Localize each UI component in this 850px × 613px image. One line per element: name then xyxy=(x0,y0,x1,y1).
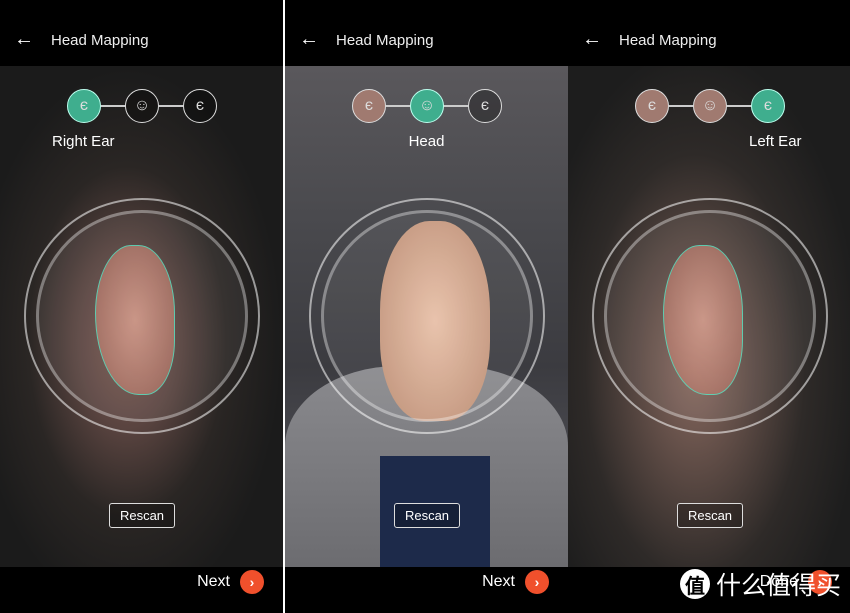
step-connector xyxy=(444,105,468,107)
next-button[interactable]: Next › xyxy=(197,570,264,594)
next-label: Next xyxy=(482,573,515,590)
step-right-ear[interactable]: є xyxy=(635,89,669,123)
step-left-ear[interactable]: є xyxy=(468,89,502,123)
header: ← Head Mapping xyxy=(0,0,283,66)
step-connector xyxy=(669,105,693,107)
next-button[interactable]: Next › xyxy=(482,570,549,594)
rescan-button[interactable]: Rescan xyxy=(394,503,460,528)
watermark: 值 什么值得买 xyxy=(680,566,841,602)
chevron-right-icon: › xyxy=(525,570,549,594)
back-button[interactable]: ← xyxy=(299,29,319,49)
step-connector xyxy=(159,105,183,107)
step-left-ear[interactable]: є xyxy=(183,89,217,123)
step-label: Left Ear xyxy=(749,133,802,150)
rescan-button[interactable]: Rescan xyxy=(109,503,175,528)
step-left-ear[interactable]: є xyxy=(751,89,785,123)
step-right-ear[interactable]: є xyxy=(67,89,101,123)
step-connector xyxy=(727,105,751,107)
back-button[interactable]: ← xyxy=(582,29,602,49)
step-connector xyxy=(101,105,125,107)
scan-ring-inner xyxy=(321,210,533,422)
watermark-text: 什么值得买 xyxy=(716,572,842,600)
step-head[interactable]: ☺ xyxy=(125,89,159,123)
page-title: Head Mapping xyxy=(51,32,149,49)
watermark-logo: 值 xyxy=(680,569,710,599)
screen-right-ear: ← Head Mapping є ☺ є Right Ear Rescan Next › xyxy=(0,0,283,613)
screen-head: ← Head Mapping є ☺ є Head Rescan Next › xyxy=(285,0,568,613)
step-head[interactable]: ☺ xyxy=(410,89,444,123)
screen-left-ear: ← Head Mapping є ☺ є Left Ear Rescan Done › xyxy=(568,0,850,613)
next-label: Next xyxy=(197,573,230,590)
step-right-ear[interactable]: є xyxy=(352,89,386,123)
rescan-button[interactable]: Rescan xyxy=(677,503,743,528)
back-button[interactable]: ← xyxy=(14,29,34,49)
header: ← Head Mapping xyxy=(285,0,568,66)
step-connector xyxy=(386,105,410,107)
step-label: Head xyxy=(408,133,445,150)
chevron-right-icon: › xyxy=(240,570,264,594)
page-title: Head Mapping xyxy=(619,32,717,49)
step-head[interactable]: ☺ xyxy=(693,89,727,123)
page-title: Head Mapping xyxy=(336,32,434,49)
step-label: Right Ear xyxy=(52,133,115,150)
header: ← Head Mapping xyxy=(568,0,850,66)
